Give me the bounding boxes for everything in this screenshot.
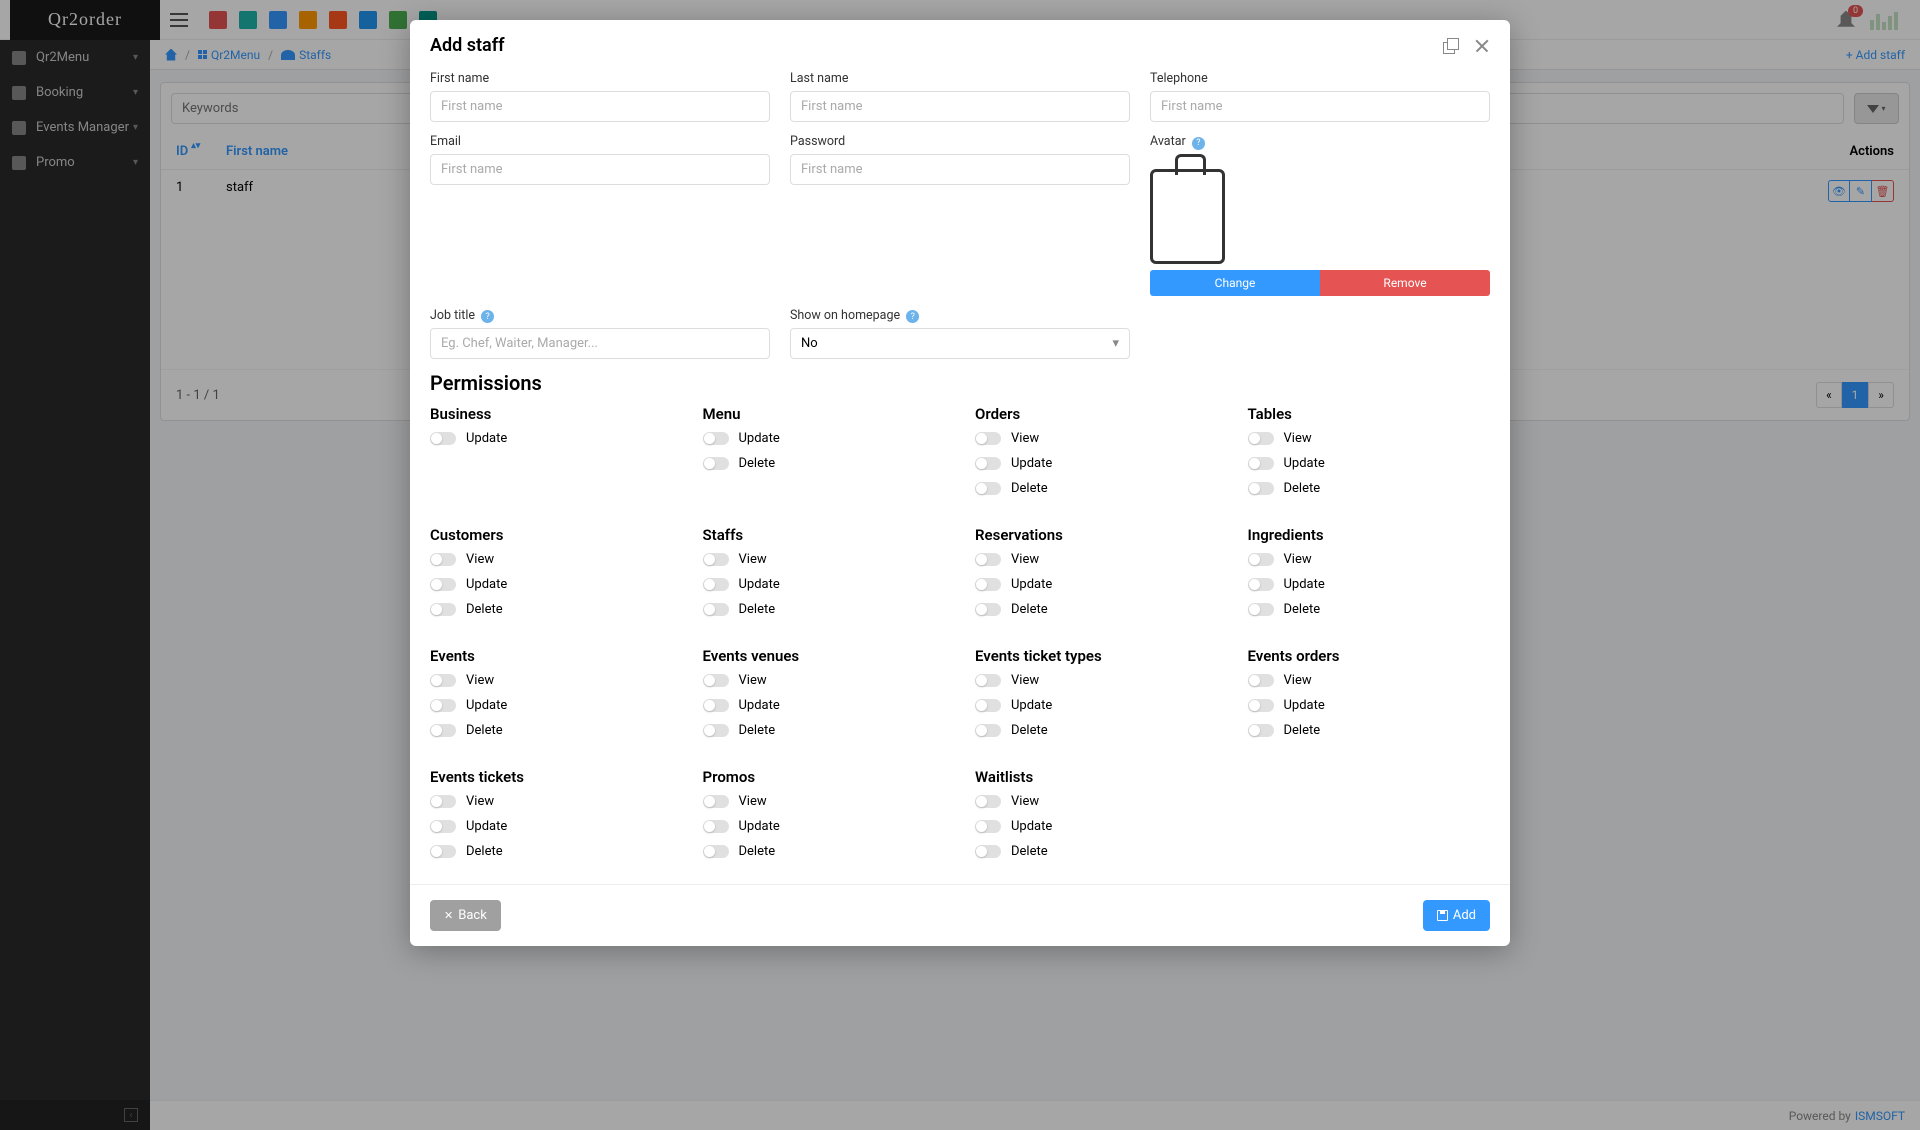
toggle-ingredients-delete[interactable] [1248, 603, 1274, 616]
show-homepage-label: Show on homepage ? [790, 308, 1130, 324]
toggle-tables-delete[interactable] [1248, 482, 1274, 495]
help-icon[interactable]: ? [906, 310, 919, 323]
perm-group-events-venues: Events venues View Update Delete [703, 647, 946, 748]
toggle-events-view[interactable] [430, 674, 456, 687]
perm-group-ingredients: Ingredients View Update Delete [1248, 526, 1491, 627]
modal-footer: ✕Back Add [410, 884, 1510, 946]
toggle-reservations-delete[interactable] [975, 603, 1001, 616]
close-icon[interactable] [1474, 38, 1490, 54]
perm-group-events-ticket-types: Events ticket types View Update Delete [975, 647, 1218, 748]
toggle-promos-delete[interactable] [703, 845, 729, 858]
help-icon[interactable]: ? [481, 310, 494, 323]
password-input[interactable] [790, 154, 1130, 185]
toggle-menu-update[interactable] [703, 432, 729, 445]
toggle-events-venues-view[interactable] [703, 674, 729, 687]
help-icon[interactable]: ? [1192, 137, 1205, 150]
perm-group-promos: Promos View Update Delete [703, 768, 946, 869]
toggle-staffs-delete[interactable] [703, 603, 729, 616]
permissions-title: Permissions [430, 371, 1490, 395]
perm-group-orders: Orders View Update Delete [975, 405, 1218, 506]
toggle-events-tickets-update[interactable] [430, 820, 456, 833]
perm-group-menu: Menu Update Delete [703, 405, 946, 506]
avatar-remove-button[interactable]: Remove [1320, 270, 1490, 296]
perm-group-events: Events View Update Delete [430, 647, 673, 748]
modal-overlay[interactable]: Add staff First name Last name Telephone… [0, 0, 1920, 1130]
toggle-events-orders-delete[interactable] [1248, 724, 1274, 737]
toggle-events-tickets-view[interactable] [430, 795, 456, 808]
add-button[interactable]: Add [1423, 900, 1490, 931]
perm-group-events-tickets: Events tickets View Update Delete [430, 768, 673, 869]
toggle-business-update[interactable] [430, 432, 456, 445]
toggle-customers-view[interactable] [430, 553, 456, 566]
show-homepage-select[interactable]: No [790, 328, 1130, 359]
toggle-waitlists-delete[interactable] [975, 845, 1001, 858]
toggle-events-venues-update[interactable] [703, 699, 729, 712]
email-label: Email [430, 134, 770, 149]
toggle-promos-update[interactable] [703, 820, 729, 833]
last-name-label: Last name [790, 71, 1130, 86]
perm-group-waitlists: Waitlists View Update Delete [975, 768, 1218, 869]
first-name-label: First name [430, 71, 770, 86]
perm-group-staffs: Staffs View Update Delete [703, 526, 946, 627]
toggle-staffs-update[interactable] [703, 578, 729, 591]
modal-body: First name Last name Telephone Email Pas… [410, 71, 1510, 884]
toggle-waitlists-view[interactable] [975, 795, 1001, 808]
perm-group-business: Business Update [430, 405, 673, 506]
toggle-events-ticket-types-view[interactable] [975, 674, 1001, 687]
modal-header: Add staff [410, 20, 1510, 71]
perm-group-reservations: Reservations View Update Delete [975, 526, 1218, 627]
popout-icon[interactable] [1443, 38, 1459, 54]
perm-group-tables: Tables View Update Delete [1248, 405, 1491, 506]
avatar-label: Avatar ? [1150, 134, 1490, 150]
add-staff-modal: Add staff First name Last name Telephone… [410, 20, 1510, 946]
last-name-input[interactable] [790, 91, 1130, 122]
telephone-label: Telephone [1150, 71, 1490, 86]
toggle-ingredients-update[interactable] [1248, 578, 1274, 591]
first-name-input[interactable] [430, 91, 770, 122]
toggle-waitlists-update[interactable] [975, 820, 1001, 833]
toggle-events-venues-delete[interactable] [703, 724, 729, 737]
email-input[interactable] [430, 154, 770, 185]
toggle-customers-update[interactable] [430, 578, 456, 591]
modal-title: Add staff [430, 35, 505, 56]
toggle-orders-view[interactable] [975, 432, 1001, 445]
job-title-input[interactable] [430, 328, 770, 359]
toggle-events-ticket-types-delete[interactable] [975, 724, 1001, 737]
toggle-ingredients-view[interactable] [1248, 553, 1274, 566]
toggle-orders-update[interactable] [975, 457, 1001, 470]
toggle-events-orders-view[interactable] [1248, 674, 1274, 687]
job-title-label: Job title ? [430, 308, 770, 324]
toggle-reservations-update[interactable] [975, 578, 1001, 591]
toggle-orders-delete[interactable] [975, 482, 1001, 495]
toggle-promos-view[interactable] [703, 795, 729, 808]
toggle-tables-update[interactable] [1248, 457, 1274, 470]
avatar-change-button[interactable]: Change [1150, 270, 1320, 296]
save-icon [1437, 910, 1448, 921]
toggle-events-ticket-types-update[interactable] [975, 699, 1001, 712]
perm-group-events-orders: Events orders View Update Delete [1248, 647, 1491, 748]
toggle-customers-delete[interactable] [430, 603, 456, 616]
toggle-events-delete[interactable] [430, 724, 456, 737]
back-button[interactable]: ✕Back [430, 900, 501, 931]
toggle-events-orders-update[interactable] [1248, 699, 1274, 712]
toggle-tables-view[interactable] [1248, 432, 1274, 445]
password-label: Password [790, 134, 1130, 149]
permissions-grid: Business Update Menu Update Delete Order… [430, 405, 1490, 869]
telephone-input[interactable] [1150, 91, 1490, 122]
toggle-staffs-view[interactable] [703, 553, 729, 566]
toggle-reservations-view[interactable] [975, 553, 1001, 566]
toggle-events-tickets-delete[interactable] [430, 845, 456, 858]
avatar-placeholder-icon [1150, 169, 1225, 264]
x-icon: ✕ [444, 909, 453, 922]
toggle-events-update[interactable] [430, 699, 456, 712]
perm-group-customers: Customers View Update Delete [430, 526, 673, 627]
toggle-menu-delete[interactable] [703, 457, 729, 470]
